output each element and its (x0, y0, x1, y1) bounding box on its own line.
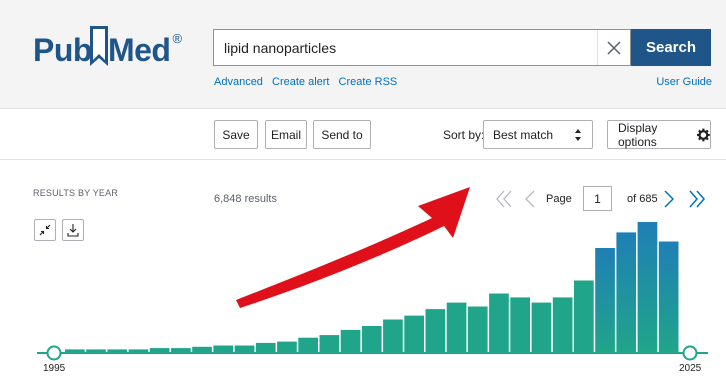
chart-bar[interactable] (489, 293, 509, 353)
chart-bar[interactable] (552, 297, 573, 352)
chart-bar[interactable] (149, 348, 170, 352)
chart-bar[interactable] (213, 345, 234, 353)
chart-end-year: 2025 (679, 363, 702, 374)
chart-bar[interactable] (383, 319, 403, 353)
chart-start-year: 1995 (43, 363, 66, 374)
chart-bar[interactable] (510, 297, 530, 352)
timeline-start-handle[interactable] (46, 345, 62, 361)
chart-bar[interactable] (255, 342, 276, 352)
chart-bar[interactable] (467, 306, 488, 353)
chart-bar[interactable] (446, 302, 467, 352)
chart-bars (65, 222, 679, 352)
chart-bar[interactable] (616, 232, 637, 352)
results-by-year-chart (37, 187, 708, 361)
chart-bar[interactable] (340, 329, 361, 352)
chart-bar[interactable] (171, 348, 191, 352)
chart-bar[interactable] (65, 349, 85, 352)
chart-bar[interactable] (192, 346, 212, 352)
chart-bar[interactable] (595, 248, 615, 352)
chart-bar[interactable] (361, 326, 382, 352)
chart-bar[interactable] (234, 345, 255, 353)
chart-bar[interactable] (658, 241, 679, 353)
timeline-end-handle[interactable] (682, 345, 698, 361)
chart-bar[interactable] (574, 280, 594, 353)
chart-bar[interactable] (531, 302, 552, 352)
chart-bar[interactable] (128, 349, 149, 352)
chart-bar[interactable] (404, 315, 424, 352)
annotation-arrow-icon (236, 187, 470, 308)
chart-bar[interactable] (298, 337, 318, 352)
chart-bar[interactable] (107, 349, 128, 352)
chart-bar[interactable] (425, 309, 446, 352)
chart-bar[interactable] (319, 335, 340, 352)
chart-bar[interactable] (637, 222, 658, 352)
chart-bar[interactable] (277, 341, 297, 352)
chart-bar[interactable] (86, 349, 106, 352)
